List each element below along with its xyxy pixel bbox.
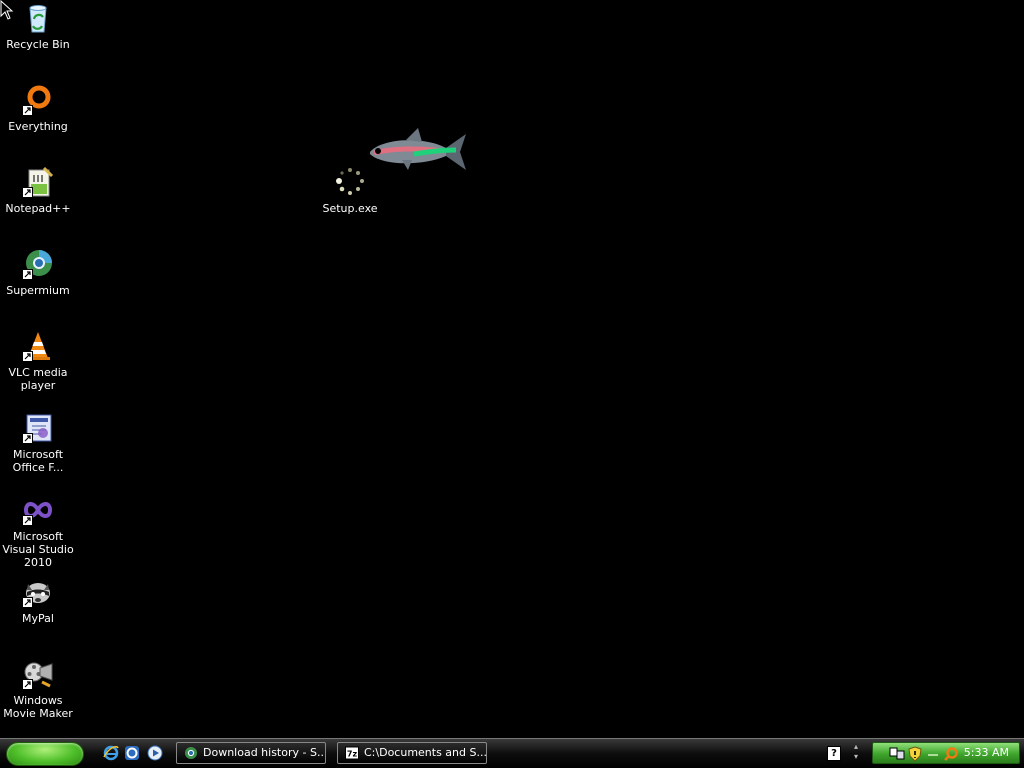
movie-maker-icon: [22, 658, 54, 690]
clock[interactable]: 5:33 AM: [964, 743, 1009, 763]
supermium-icon: [185, 747, 197, 759]
shortcut-arrow-icon: [22, 351, 33, 362]
desktop-icon-label: Notepad++: [5, 202, 71, 215]
taskbar-button-label: Download history - S...: [203, 746, 326, 759]
office-frontpage-icon: [22, 412, 54, 444]
shortcut-arrow-icon: [22, 187, 33, 198]
shortcut-arrow-icon: [22, 105, 33, 116]
notepad-plus-plus-icon: [22, 166, 54, 198]
desktop-icon-label: Microsoft Visual Studio 2010: [2, 530, 74, 569]
internet-explorer-icon[interactable]: [103, 745, 119, 761]
desktop-icon-label: MyPal: [22, 612, 54, 625]
shortcut-arrow-icon: [22, 433, 33, 444]
svg-text:7z: 7z: [347, 750, 358, 759]
shortcut-arrow-icon: [22, 269, 33, 280]
taskbar: Download history - S... 7z C:\Documents …: [0, 738, 1024, 768]
desktop-icon-ms-office-frontpage[interactable]: Microsoft Office F...: [0, 412, 76, 474]
vlc-cone-icon: [22, 330, 54, 362]
security-shield-icon[interactable]: [907, 746, 923, 762]
shortcut-arrow-icon: [22, 515, 33, 526]
ie-alt-icon[interactable]: [124, 745, 140, 761]
desktop-icon-everything[interactable]: Everything: [0, 84, 76, 133]
system-tray: 5:33 AM: [872, 742, 1020, 764]
everything-tray-icon[interactable]: [943, 746, 959, 762]
7zip-icon: 7z: [345, 746, 359, 760]
shortcut-arrow-icon: [22, 597, 33, 608]
everything-icon: [22, 84, 54, 116]
fish-icon: [370, 128, 466, 170]
taskbar-button-documents-folder[interactable]: 7z C:\Documents and S...: [337, 742, 487, 764]
shortcut-arrow-icon: [22, 679, 33, 690]
media-player-icon[interactable]: [147, 745, 163, 761]
visual-studio-icon: [22, 494, 54, 526]
tray-scroll-arrows-icon[interactable]: ▴ ▾: [850, 742, 862, 764]
desktop-icon-recycle-bin[interactable]: Recycle Bin: [0, 2, 76, 51]
desktop-icon-label: Windows Movie Maker: [3, 694, 73, 720]
network-icon[interactable]: [889, 746, 905, 762]
desktop-icon-label: Recycle Bin: [6, 38, 70, 51]
desktop-icon-vlc[interactable]: VLC media player: [0, 330, 76, 392]
separator-icon: [928, 754, 938, 756]
desktop-icon-ms-visual-studio[interactable]: Microsoft Visual Studio 2010: [0, 494, 76, 569]
desktop-icon-mypal[interactable]: MyPal: [0, 576, 76, 625]
desktop-icon-label: Supermium: [6, 284, 70, 297]
desktop-icon-label: VLC media player: [8, 366, 68, 392]
recycle-bin-icon: [22, 2, 54, 34]
desktop-icon-movie-maker[interactable]: Windows Movie Maker: [0, 658, 76, 720]
desktop-icon-notepad-plus-plus[interactable]: Notepad++: [0, 166, 76, 215]
supermium-icon: [22, 248, 54, 280]
taskbar-button-label: C:\Documents and S...: [364, 746, 487, 759]
help-icon[interactable]: ?: [827, 746, 841, 761]
taskbar-button-download-history[interactable]: Download history - S...: [176, 742, 326, 764]
start-button[interactable]: [6, 742, 84, 766]
desktop[interactable]: Recycle Bin Everything Notepad++ Supermi…: [0, 0, 1024, 738]
desktop-icon-label: Everything: [8, 120, 68, 133]
desktop-icon-supermium[interactable]: Supermium: [0, 248, 76, 297]
desktop-icon-label: Microsoft Office F...: [12, 448, 64, 474]
mypal-raccoon-icon: [22, 576, 54, 608]
desktop-icon-label: Setup.exe: [322, 202, 378, 215]
